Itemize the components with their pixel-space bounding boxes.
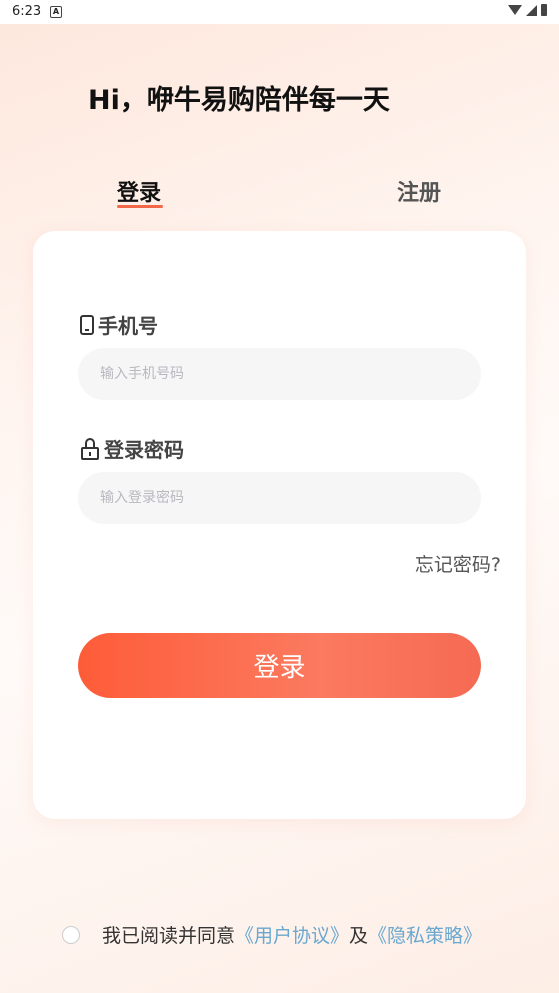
active-tab-indicator [117,205,163,208]
user-agreement-link[interactable]: 《用户协议》 [235,921,349,948]
agreement-row: 我已阅读并同意 《用户协议》 及 《隐私策略》 [62,921,482,948]
phone-label-text: 手机号 [98,314,158,338]
status-bar: 6:23 A [0,0,559,24]
privacy-policy-link[interactable]: 《隐私策略》 [368,921,482,948]
tab-login[interactable]: 登录 [117,175,161,207]
tab-register[interactable]: 注册 [397,175,441,207]
password-input[interactable] [78,472,481,524]
phone-field-label: 手机号 [80,310,158,339]
greeting-title: Hi，咿牛易购陪伴每一天 [88,85,390,116]
battery-icon [541,4,547,16]
agreement-conjunction: 及 [349,925,369,947]
agreement-checkbox[interactable] [62,925,80,944]
lock-icon [80,437,100,460]
system-icons [508,4,547,16]
smartphone-icon [80,314,94,335]
login-button[interactable]: 登录 [78,633,481,698]
wifi-icon [508,5,522,15]
phone-input[interactable] [78,348,481,400]
password-label-text: 登录密码 [104,438,184,462]
forgot-password-link[interactable]: 忘记密码? [415,550,501,577]
password-field-label: 登录密码 [80,434,184,463]
status-time: 6:23 [12,4,42,19]
agreement-prefix: 我已阅读并同意 [102,925,236,947]
notification-icon: A [50,6,62,18]
cell-signal-icon [526,4,537,16]
